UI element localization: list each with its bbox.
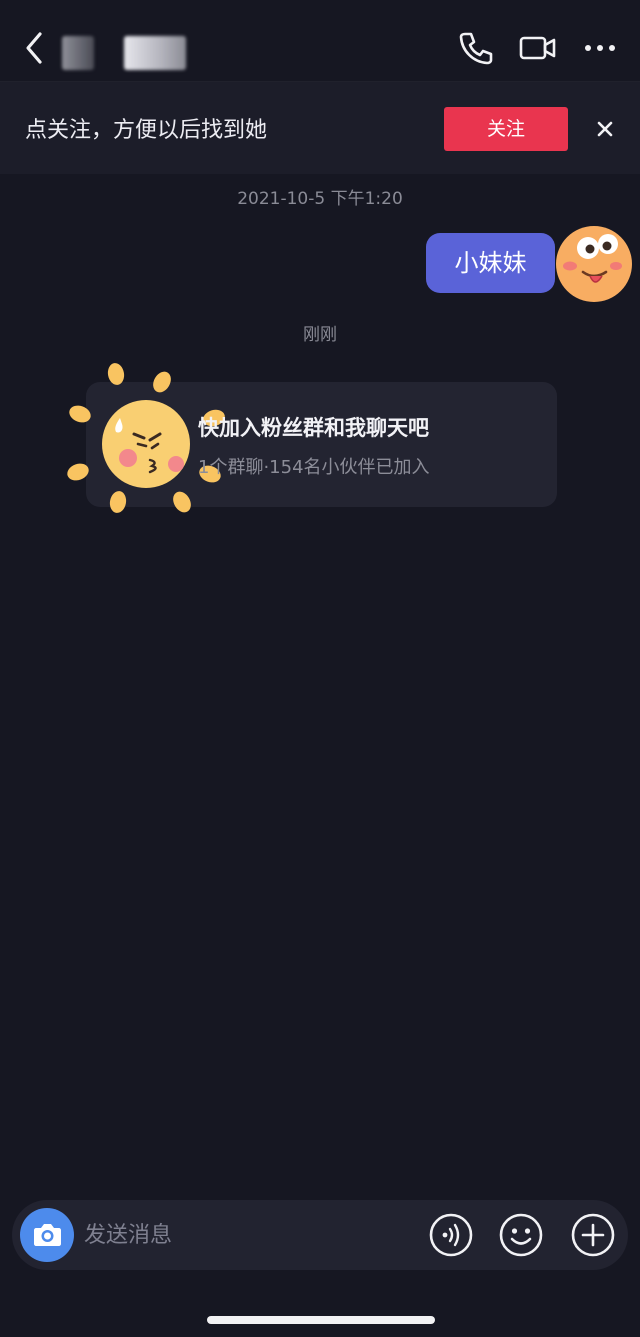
camera-icon [34,1224,61,1246]
fan-group-subtitle: 1个群聊·154名小伙伴已加入 [198,457,430,478]
fan-group-title: 快加入粉丝群和我聊天吧 [198,416,429,440]
back-button[interactable] [18,26,54,70]
blurred-name-part [124,36,186,70]
plus-icon [571,1213,615,1257]
follow-close-button[interactable] [592,116,618,142]
emoji-icon [499,1213,543,1257]
more-options-button[interactable] [580,28,620,68]
follow-button[interactable]: 关注 [444,107,568,151]
silly-face-icon [556,226,632,302]
voice-button[interactable] [428,1212,474,1258]
video-call-button[interactable] [518,28,558,68]
blurred-name-part [62,36,94,70]
phone-icon [459,32,493,65]
home-indicator [207,1316,435,1324]
message-input[interactable] [84,1212,404,1258]
message-timestamp: 刚刚 [303,325,337,345]
voice-icon [429,1213,473,1257]
top-bar [0,0,640,82]
my-avatar[interactable] [550,222,634,304]
my-message-bubble[interactable]: 小妹妹 [426,233,555,293]
emoji-button[interactable] [498,1212,544,1258]
more-icon [585,45,615,51]
close-icon [597,121,613,137]
message-timestamp: 2021-10-5 下午1:20 [237,189,403,209]
contact-name-blurred [62,36,186,70]
follow-prompt-text: 点关注，方便以后找到她 [25,118,268,143]
chevron-left-icon [26,32,42,64]
camera-button[interactable] [20,1208,74,1262]
phone-call-button[interactable] [456,28,496,68]
more-actions-button[interactable] [570,1212,616,1258]
video-icon [519,36,556,60]
